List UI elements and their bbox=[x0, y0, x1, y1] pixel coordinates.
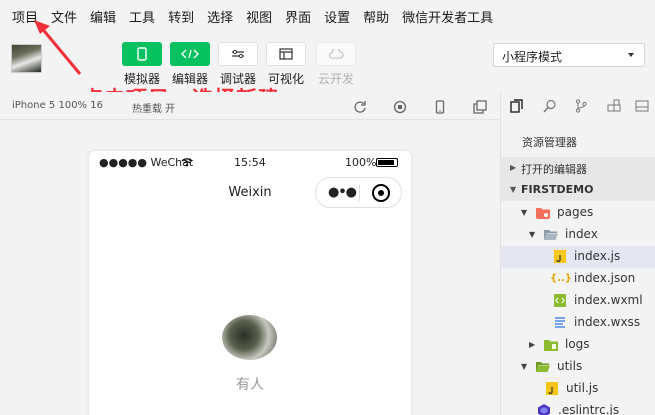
tree-item-label: index.js bbox=[574, 249, 621, 263]
simulator-area: ●●●●● WeChat 15:54 100% Weixin ●•● 有人 bbox=[0, 121, 500, 415]
layout-icon bbox=[279, 48, 293, 60]
tree-item-label: .eslintrc.js bbox=[558, 403, 620, 415]
menu-settings[interactable]: 设置 bbox=[316, 7, 355, 26]
debug-icon bbox=[232, 49, 244, 59]
open-editors-section[interactable]: ▶ 打开的编辑器 bbox=[501, 157, 655, 179]
capsule-divider bbox=[359, 185, 360, 201]
project-name: FIRSTDEMO bbox=[521, 183, 594, 196]
cloud-dev-button[interactable] bbox=[316, 42, 356, 66]
wxss-file-icon bbox=[555, 317, 565, 328]
project-section[interactable]: ▼ FIRSTDEMO bbox=[501, 179, 655, 201]
open-editors-label: 打开的编辑器 bbox=[521, 163, 587, 176]
menu-view[interactable]: 视图 bbox=[238, 7, 277, 26]
tree-item-label: logs bbox=[565, 337, 590, 351]
chevron-down-icon: ▼ bbox=[521, 362, 528, 371]
tree-file-eslintrc[interactable]: .eslintrc.js bbox=[501, 400, 655, 415]
js-file-icon bbox=[554, 250, 566, 263]
eslint-file-icon bbox=[538, 404, 550, 415]
search-icon[interactable] bbox=[543, 99, 557, 113]
wxml-file-icon bbox=[554, 294, 566, 307]
tree-file-index-js[interactable]: index.js bbox=[501, 246, 655, 268]
debugger-toggle-button[interactable] bbox=[218, 42, 258, 66]
mode-select-value: 小程序模式 bbox=[502, 50, 563, 64]
tree-folder-logs[interactable]: ▶ logs bbox=[501, 334, 655, 356]
menu-wechat-devtools[interactable]: 微信开发者工具 bbox=[394, 7, 498, 26]
phone-preview-icon[interactable] bbox=[433, 100, 447, 114]
panel-layout-icon[interactable] bbox=[635, 99, 649, 113]
hot-reload-select[interactable]: 热重载 开 bbox=[132, 100, 175, 115]
close-target-icon[interactable] bbox=[372, 184, 390, 202]
toolbar: 模拟器 编辑器 调试器 可视化 云开发 小程序模式 bbox=[0, 32, 655, 90]
tree-file-index-wxml[interactable]: index.wxml bbox=[501, 290, 655, 312]
menu-tools[interactable]: 工具 bbox=[121, 7, 160, 26]
chevron-down-icon: ▼ bbox=[529, 230, 536, 239]
tree-file-index-wxss[interactable]: index.wxss bbox=[501, 312, 655, 334]
editor-toggle-button[interactable] bbox=[170, 42, 210, 66]
tree-item-label: index.wxml bbox=[574, 293, 643, 307]
wifi-icon bbox=[181, 158, 193, 167]
simulator-bar: iPhone 5 100% 16 热重载 开 bbox=[0, 92, 500, 120]
menu-interface[interactable]: 界面 bbox=[277, 7, 316, 26]
visual-toggle-button[interactable] bbox=[266, 42, 306, 66]
cloud-icon bbox=[328, 49, 344, 59]
stop-icon[interactable] bbox=[393, 100, 407, 114]
user-avatar-image bbox=[222, 315, 277, 360]
tree-item-label: index.json bbox=[574, 271, 636, 285]
files-icon[interactable] bbox=[510, 99, 524, 113]
menu-help[interactable]: 帮助 bbox=[355, 7, 394, 26]
battery-percent: 100% bbox=[345, 156, 377, 169]
phone-status-bar: ●●●●● WeChat 15:54 100% bbox=[89, 151, 411, 173]
tree-file-util-js[interactable]: util.js bbox=[501, 378, 655, 400]
capsule-menu[interactable]: ●•● bbox=[315, 177, 402, 208]
menubar: 项目 文件 编辑 工具 转到 选择 视图 界面 设置 帮助 微信开发者工具 bbox=[0, 0, 655, 32]
chevron-down-icon: ▼ bbox=[521, 208, 528, 217]
json-file-icon: {..} bbox=[550, 273, 572, 284]
menu-select[interactable]: 选择 bbox=[199, 7, 238, 26]
menu-goto[interactable]: 转到 bbox=[160, 7, 199, 26]
extensions-icon[interactable] bbox=[607, 99, 621, 113]
user-nickname: 有人 bbox=[236, 377, 264, 393]
cloud-dev-label: 云开发 bbox=[317, 72, 354, 86]
status-time: 15:54 bbox=[234, 156, 266, 169]
chevron-right-icon: ▶ bbox=[529, 340, 536, 349]
tree-item-label: index.wxss bbox=[574, 315, 641, 329]
js-file-icon bbox=[546, 382, 558, 395]
logs-folder-icon bbox=[544, 340, 558, 351]
tree-folder-pages[interactable]: ▼ pages bbox=[501, 202, 655, 224]
tree-item-label: index bbox=[565, 227, 598, 241]
tree-file-index-json[interactable]: {..} index.json bbox=[501, 268, 655, 290]
code-icon bbox=[181, 49, 199, 59]
mode-select[interactable]: 小程序模式 bbox=[493, 43, 645, 67]
pages-folder-icon bbox=[536, 208, 550, 219]
explorer-panel: 资源管理器 ▶ 打开的编辑器 ▼ FIRSTDEMO ▼ pages ▼ ind… bbox=[500, 92, 655, 415]
open-folder-icon bbox=[544, 230, 558, 240]
more-dots-icon[interactable]: ●•● bbox=[328, 185, 357, 200]
simulator-toggle-button[interactable] bbox=[122, 42, 162, 66]
caret-down-icon bbox=[628, 53, 634, 57]
detach-window-icon[interactable] bbox=[473, 100, 487, 114]
source-control-icon[interactable] bbox=[574, 99, 588, 113]
phone-icon bbox=[137, 47, 147, 61]
explorer-title: 资源管理器 bbox=[522, 136, 577, 149]
annotation-arrow-icon bbox=[34, 20, 82, 75]
device-select[interactable]: iPhone 5 100% 16 bbox=[12, 100, 103, 111]
utils-folder-icon bbox=[536, 362, 550, 372]
refresh-icon[interactable] bbox=[353, 100, 367, 114]
chevron-down-icon: ▼ bbox=[510, 185, 517, 194]
battery-icon bbox=[376, 158, 398, 167]
tree-item-label: util.js bbox=[566, 381, 599, 395]
phone-screen[interactable]: ●●●●● WeChat 15:54 100% Weixin ●•● 有人 bbox=[89, 151, 411, 415]
tree-item-label: pages bbox=[557, 205, 594, 219]
signal-text: ●●●●● WeChat bbox=[99, 156, 194, 169]
activity-bar bbox=[501, 92, 655, 120]
chevron-right-icon: ▶ bbox=[510, 163, 517, 172]
tree-folder-utils[interactable]: ▼ utils bbox=[501, 356, 655, 378]
tree-item-label: utils bbox=[557, 359, 583, 373]
tree-folder-index[interactable]: ▼ index bbox=[501, 224, 655, 246]
